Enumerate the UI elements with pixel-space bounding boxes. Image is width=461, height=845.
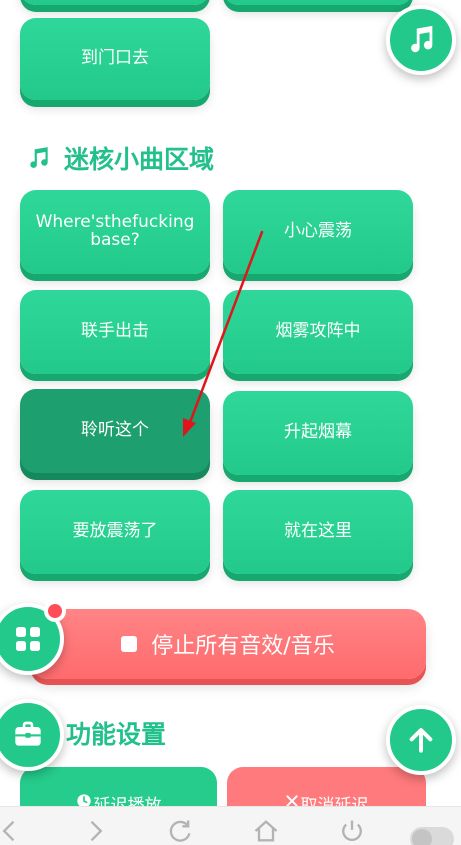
- stop-icon: [121, 636, 138, 652]
- music-note-icon: [411, 25, 433, 53]
- nav-refresh-button[interactable]: [160, 817, 200, 845]
- music-note-icon: [30, 147, 48, 168]
- sound-button-partial-left[interactable]: [20, 0, 210, 5]
- stop-all-button[interactable]: 停止所有音效/音乐: [30, 609, 426, 679]
- sound-button[interactable]: Where'sthefucking base?: [20, 190, 210, 274]
- sound-button[interactable]: 聆听这个: [20, 389, 210, 473]
- toggle-knob: [412, 829, 432, 845]
- sound-button[interactable]: 小心震荡: [223, 190, 413, 274]
- power-icon: [342, 820, 362, 842]
- button-label: 小心震荡: [284, 221, 352, 242]
- section-title-function-settings: 功能设置: [66, 720, 167, 749]
- sound-button-go-to-door[interactable]: 到门口去: [20, 18, 210, 100]
- browser-nav-bar: [0, 806, 461, 845]
- button-label: 要放震荡了: [72, 521, 158, 542]
- button-label: Where'sthefucking base?: [35, 212, 195, 250]
- button-label: 到门口去: [81, 48, 149, 69]
- home-icon: [254, 820, 278, 842]
- sound-button[interactable]: 烟雾攻阵中: [223, 290, 413, 374]
- sound-button[interactable]: 联手出击: [20, 290, 210, 374]
- sound-button-partial-right[interactable]: [223, 0, 413, 5]
- section-title-mini-songs: 迷核小曲区域: [26, 140, 214, 176]
- nav-power-button[interactable]: [332, 817, 372, 845]
- stop-all-label: 停止所有音效/音乐: [151, 634, 335, 659]
- toolbox-fab-button[interactable]: [0, 699, 64, 771]
- nav-home-button[interactable]: [246, 817, 286, 845]
- sound-button[interactable]: 就在这里: [223, 490, 413, 574]
- toolbox-icon: [15, 721, 41, 746]
- music-fab-button[interactable]: [386, 5, 456, 75]
- toggle-switch[interactable]: [410, 827, 454, 845]
- soundboard-page: 到门口去 迷核小曲区域 Where'sthefucking base? 小心震荡…: [0, 0, 461, 845]
- sound-button[interactable]: 要放震荡了: [20, 490, 210, 574]
- button-label: 烟雾攻阵中: [275, 321, 361, 342]
- sound-button[interactable]: 升起烟幕: [223, 391, 413, 475]
- chevron-left-icon: [2, 820, 15, 842]
- button-label: 聆听这个: [81, 420, 149, 441]
- nav-back-button[interactable]: [0, 817, 30, 845]
- scroll-top-fab-button[interactable]: [386, 705, 456, 775]
- chevron-right-icon: [90, 820, 103, 842]
- button-label: 就在这里: [284, 521, 352, 542]
- nav-forward-button[interactable]: [75, 817, 115, 845]
- section-title-text: 迷核小曲区域: [64, 145, 215, 174]
- arrow-up-icon: [409, 728, 433, 753]
- grid-icon: [16, 627, 40, 651]
- refresh-icon: [169, 820, 191, 842]
- button-label: 升起烟幕: [284, 422, 352, 443]
- button-label: 联手出击: [81, 321, 149, 342]
- notification-dot: [44, 600, 66, 622]
